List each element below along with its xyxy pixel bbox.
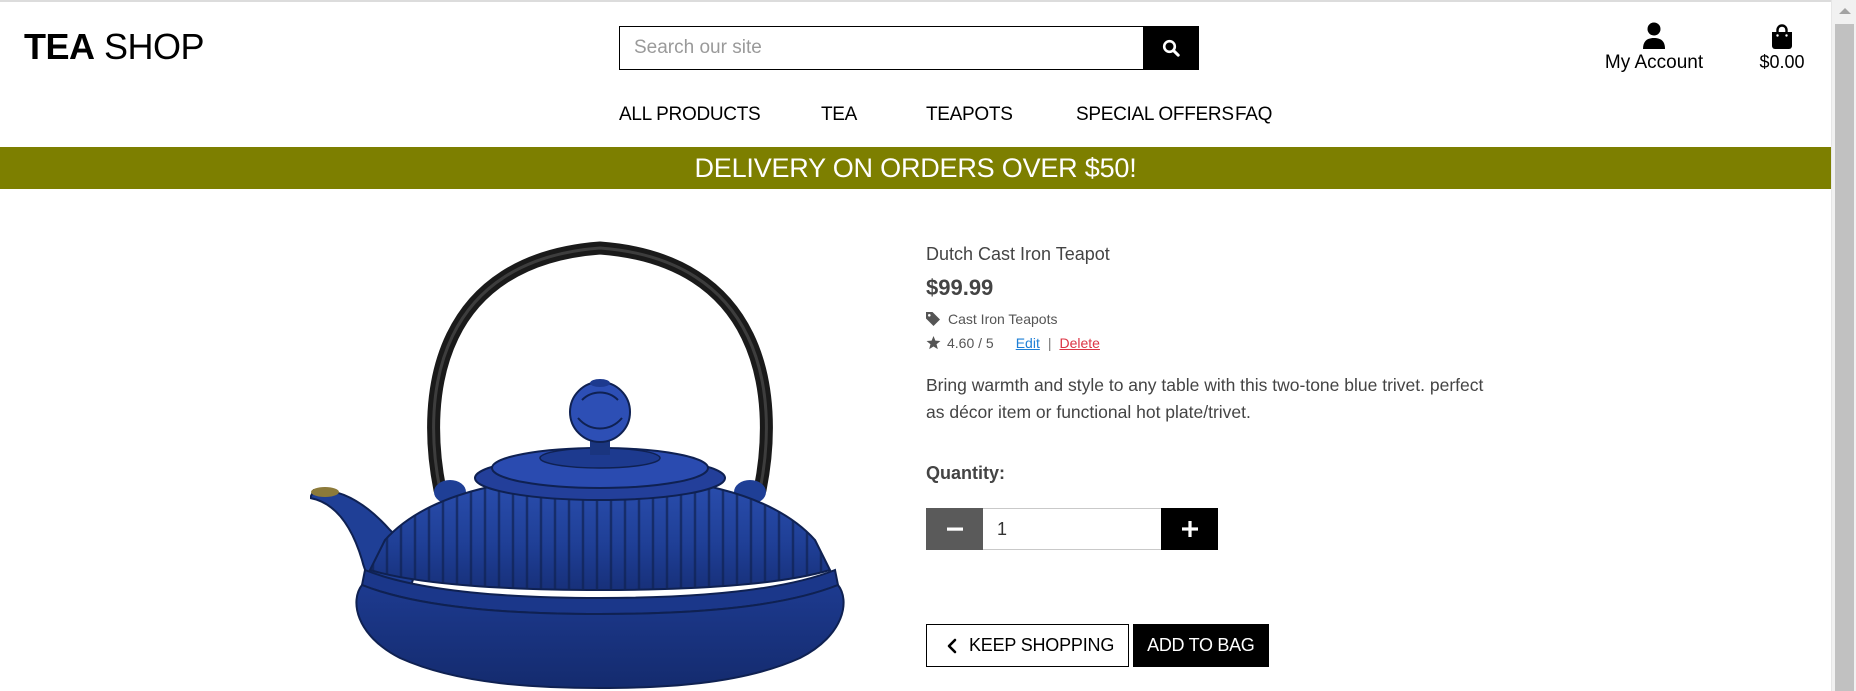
- product-actions: KEEP SHOPPING ADD TO BAG: [926, 624, 1269, 667]
- decrement-button[interactable]: [926, 508, 983, 550]
- teapot-image: [308, 241, 845, 690]
- scrollbar-thumb[interactable]: [1835, 24, 1854, 691]
- my-account-label: My Account: [1604, 52, 1704, 73]
- nav-item-special-offers[interactable]: SPECIAL OFFERS: [1076, 104, 1234, 126]
- edit-link[interactable]: Edit: [1016, 335, 1040, 351]
- plus-icon: [1181, 521, 1198, 537]
- product-category-label: Cast Iron Teapots: [948, 311, 1058, 327]
- delete-link[interactable]: Delete: [1059, 335, 1099, 351]
- minus-icon: [946, 527, 963, 531]
- delivery-banner: DELIVERY ON ORDERS OVER $50!: [0, 147, 1831, 189]
- star-icon: [926, 336, 941, 350]
- user-icon: [1643, 22, 1665, 49]
- nav-item-tea[interactable]: TEA: [821, 104, 857, 126]
- bag-total: $0.00: [1759, 52, 1805, 72]
- my-account-link[interactable]: My Account: [1600, 20, 1708, 74]
- search-button[interactable]: [1143, 26, 1199, 70]
- product-image: [308, 240, 896, 691]
- product-rating: 4.60 / 5: [947, 335, 994, 351]
- product-price: $99.99: [926, 275, 994, 300]
- page-viewport: TEA SHOP My Account: [0, 0, 1831, 691]
- quantity-label: Quantity:: [926, 463, 1005, 483]
- search-input[interactable]: [619, 26, 1143, 70]
- logo-light-text: SHOP: [104, 26, 205, 67]
- product-rating-row: 4.60 / 5 Edit | Delete: [926, 335, 1526, 351]
- quantity-input[interactable]: [983, 508, 1161, 550]
- product-description: Bring warmth and style to any table with…: [926, 375, 1484, 422]
- chevron-left-icon: [947, 638, 957, 653]
- add-to-bag-button[interactable]: ADD TO BAG: [1133, 624, 1269, 667]
- product-details: Dutch Cast Iron Teapot $99.99 Cast Iron …: [926, 244, 1526, 484]
- keep-shopping-button[interactable]: KEEP SHOPPING: [926, 624, 1130, 667]
- shopping-bag-link[interactable]: $0.00: [1742, 20, 1822, 73]
- nav-item-faq[interactable]: FAQ: [1235, 104, 1272, 126]
- tag-icon: [926, 312, 940, 326]
- product-category[interactable]: Cast Iron Teapots: [926, 311, 1526, 327]
- link-separator: |: [1047, 335, 1052, 351]
- scroll-up-arrow-icon[interactable]: [1839, 8, 1851, 14]
- increment-button[interactable]: [1161, 508, 1218, 550]
- keep-shopping-label: KEEP SHOPPING: [969, 635, 1115, 655]
- nav-item-all-products[interactable]: ALL PRODUCTS: [619, 104, 761, 126]
- site-logo[interactable]: TEA SHOP: [24, 26, 205, 68]
- logo-bold-text: TEA: [24, 26, 95, 67]
- vertical-scrollbar[interactable]: [1831, 0, 1856, 691]
- search-form: [619, 26, 1199, 70]
- shopping-bag-icon: [1772, 24, 1792, 49]
- product-name: Dutch Cast Iron Teapot: [926, 244, 1110, 264]
- nav-item-teapots[interactable]: TEAPOTS: [926, 104, 1013, 126]
- main-nav: ALL PRODUCTS TEA TEAPOTS SPECIAL OFFERS …: [0, 102, 1831, 132]
- quantity-stepper: [926, 508, 1218, 550]
- search-icon: [1162, 39, 1180, 57]
